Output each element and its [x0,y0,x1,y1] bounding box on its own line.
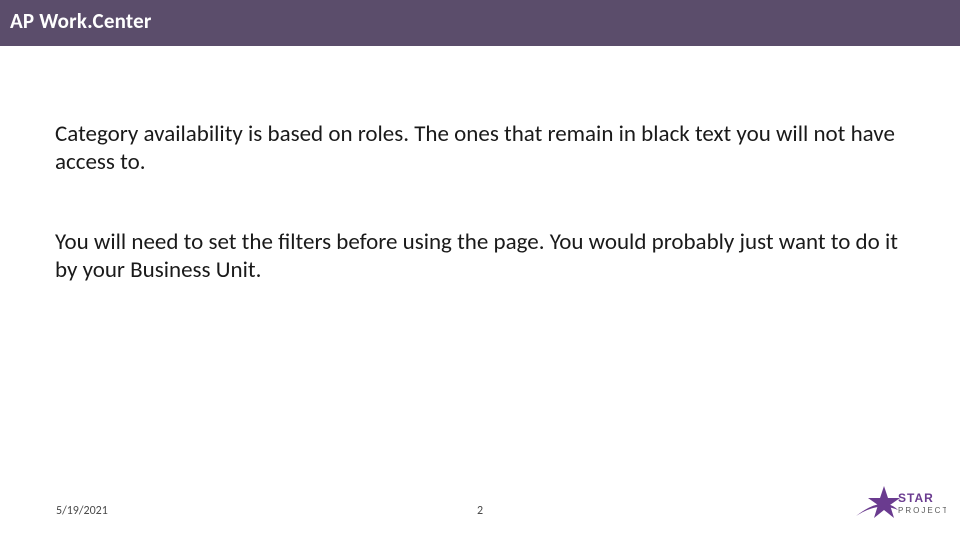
svg-text:PROJECT: PROJECT [898,506,946,515]
star-icon: STAR PROJECT [854,482,946,522]
star-project-logo: STAR PROJECT [854,482,946,522]
svg-text:STAR: STAR [898,491,934,505]
footer-date: 5/19/2021 [56,504,108,518]
footer-page-number: 2 [477,504,483,518]
slide-header: AP Work.Center [0,0,960,46]
slide-footer: 5/19/2021 2 STAR PROJECT [0,488,960,522]
slide-title: AP Work.Center [10,8,152,34]
body-paragraph-2: You will need to set the filters before … [55,228,905,284]
slide-body: Category availability is based on roles.… [55,120,905,284]
body-paragraph-1: Category availability is based on roles.… [55,120,905,176]
